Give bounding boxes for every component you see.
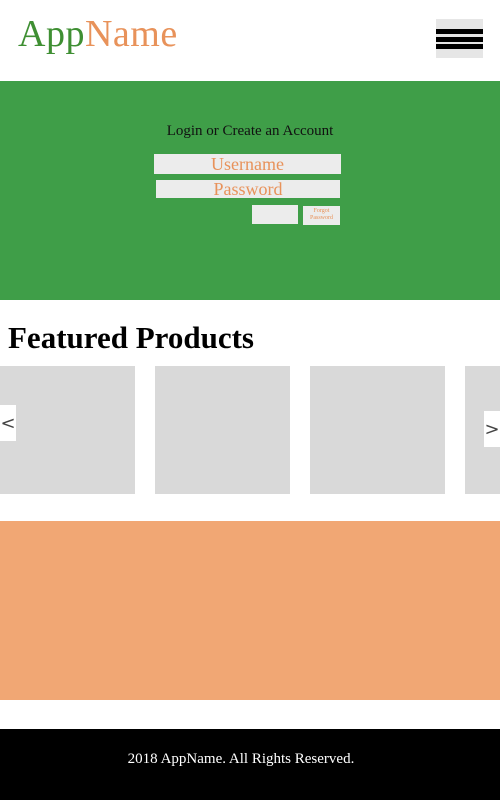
menu-bar-icon: [436, 29, 483, 34]
page: AppName Login or Create an Account Forgo…: [0, 0, 500, 800]
chevron-left-icon: <: [0, 412, 16, 434]
footer: 2018 AppName. All Rights Reserved.: [0, 729, 500, 800]
forgot-label-line2: Password: [309, 215, 333, 221]
carousel-prev-button[interactable]: <: [0, 405, 16, 441]
password-field[interactable]: [156, 180, 340, 198]
login-title: Login or Create an Account: [0, 123, 500, 140]
promo-banner: [0, 521, 500, 700]
login-submit-button[interactable]: [252, 205, 298, 224]
login-section: Login or Create an Account Forgot Passwo…: [0, 81, 500, 300]
forgot-label-line1: Forgot: [313, 208, 330, 214]
logo-part-name: Name: [84, 13, 178, 55]
product-card[interactable]: [310, 366, 445, 494]
copyright-text: 2018 AppName. All Rights Reserved.: [127, 751, 355, 767]
username-field[interactable]: [154, 154, 341, 174]
product-card[interactable]: [0, 366, 135, 494]
chevron-right-icon: >: [484, 418, 500, 440]
menu-bar-icon: [436, 37, 483, 42]
featured-products-title: Featured Products: [8, 320, 254, 355]
menu-bar-icon: [436, 44, 483, 49]
carousel-next-button[interactable]: >: [484, 411, 500, 447]
hamburger-menu-button[interactable]: [436, 19, 483, 58]
login-title-text: Login or Create an Account: [166, 123, 334, 139]
logo-part-app: App: [18, 13, 85, 55]
product-card[interactable]: [155, 366, 290, 494]
header: AppName: [0, 0, 500, 81]
app-logo[interactable]: AppName: [18, 10, 178, 58]
forgot-password-button[interactable]: Forgot Password: [303, 206, 340, 225]
